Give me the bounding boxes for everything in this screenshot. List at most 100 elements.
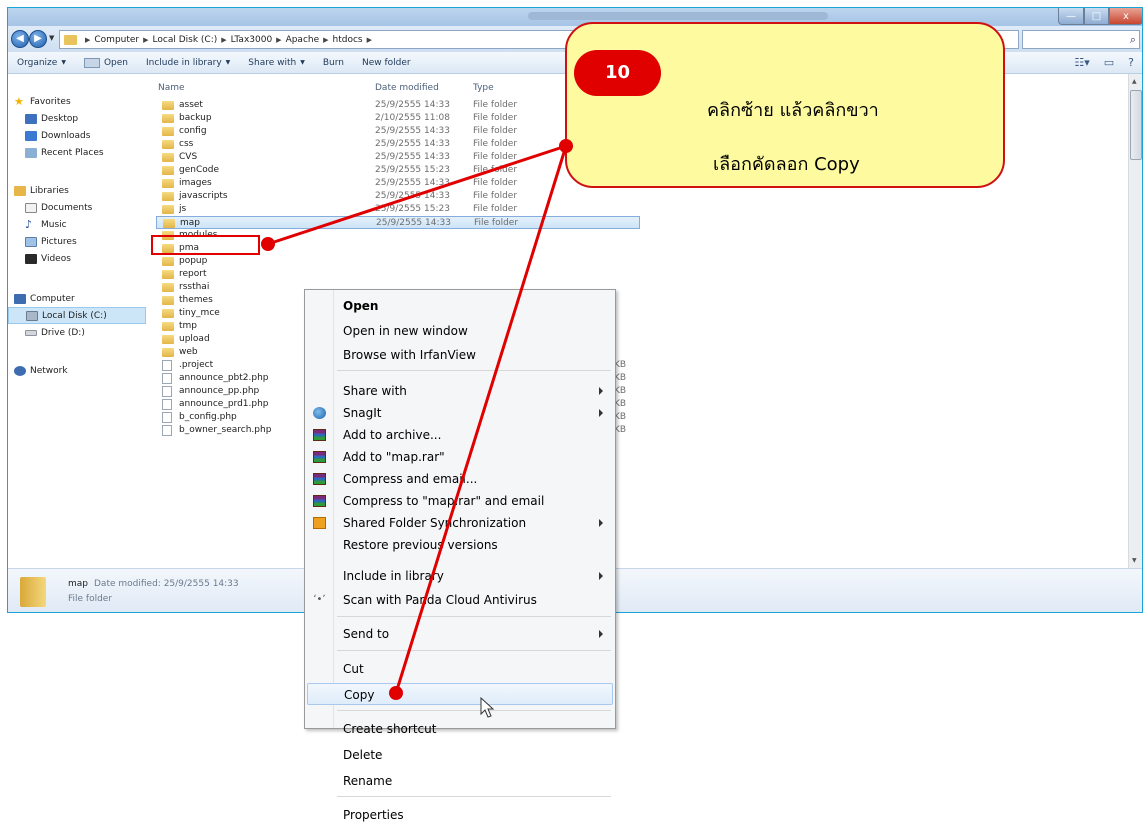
burn-button[interactable]: Burn <box>314 58 353 68</box>
menu-item-scan-panda[interactable]: ʻ•ʼ Scan with Panda Cloud Antivirus <box>307 589 613 611</box>
breadcrumb-computer[interactable]: Computer <box>94 35 139 45</box>
close-button[interactable]: x <box>1109 8 1142 25</box>
menu-item-browse-irfanview[interactable]: Browse with IrfanView <box>307 344 613 366</box>
submenu-arrow-icon <box>599 409 603 417</box>
nav-documents[interactable]: Documents <box>8 199 146 216</box>
menu-item-add-to-map-rar[interactable]: Add to "map.rar" <box>307 446 613 468</box>
file-row-selected[interactable]: map 25/9/2555 14:33 File folder <box>156 216 640 229</box>
nav-downloads[interactable]: Downloads <box>8 127 146 144</box>
breadcrumb-apache[interactable]: Apache <box>286 35 320 45</box>
scroll-down-icon[interactable]: ▼ <box>1132 557 1137 564</box>
recent-pages-dropdown-icon[interactable]: ▼ <box>49 34 54 42</box>
scroll-up-icon[interactable]: ▲ <box>1132 78 1137 85</box>
menu-item-label: Include in library <box>343 569 444 583</box>
nav-drive-d-label: Drive (D:) <box>41 327 85 338</box>
menu-item-compress-and-email[interactable]: Compress and email... <box>307 468 613 490</box>
new-folder-button[interactable]: New folder <box>353 58 420 68</box>
nav-computer[interactable]: Computer <box>8 290 146 307</box>
menu-item-label: Send to <box>343 627 390 641</box>
file-name: config <box>179 126 207 136</box>
menu-item-include-in-library[interactable]: Include in library <box>307 565 613 587</box>
menu-separator <box>337 616 611 617</box>
menu-item-properties[interactable]: Properties <box>307 804 613 826</box>
breadcrumb-local-disk[interactable]: Local Disk (C:) <box>153 35 218 45</box>
search-icon[interactable]: ⌕ <box>1130 33 1136 47</box>
file-row[interactable]: popup <box>146 255 746 268</box>
menu-item-label: Compress and email... <box>343 472 478 486</box>
menu-item-copy[interactable]: Copy <box>307 683 613 705</box>
menu-item-restore-previous-versions[interactable]: Restore previous versions <box>307 534 613 556</box>
menu-item-cut[interactable]: Cut <box>307 658 613 680</box>
file-row[interactable]: report <box>146 268 746 281</box>
drive-icon <box>25 329 37 336</box>
scroll-thumb[interactable] <box>1130 90 1142 160</box>
nav-libraries[interactable]: Libraries <box>8 182 146 199</box>
nav-favorites[interactable]: ★ Favorites <box>8 93 146 110</box>
file-name: tiny_mce <box>179 308 220 318</box>
preview-pane-icon[interactable]: ▭ <box>1104 56 1114 69</box>
forward-button[interactable]: ▶ <box>29 30 47 48</box>
menu-item-rename[interactable]: Rename <box>307 770 613 792</box>
share-with-button[interactable]: Share with ▼ <box>239 58 314 68</box>
file-name: web <box>179 347 198 357</box>
nav-pictures[interactable]: Pictures <box>8 233 146 250</box>
minimize-button[interactable]: — <box>1058 8 1084 25</box>
menu-separator <box>337 710 611 711</box>
nav-computer-label: Computer <box>30 293 75 304</box>
menu-item-send-to[interactable]: Send to <box>307 623 613 645</box>
back-button[interactable]: ◀ <box>11 30 29 48</box>
menu-item-create-shortcut[interactable]: Create shortcut <box>307 718 613 740</box>
file-name: popup <box>179 256 208 266</box>
submenu-arrow-icon <box>599 572 603 580</box>
file-name: announce_pp.php <box>179 386 260 396</box>
change-view-icon[interactable]: ☷▾ <box>1074 56 1089 69</box>
open-button[interactable]: Open <box>75 57 137 68</box>
file-type: File folder <box>473 139 518 149</box>
column-header-date-modified[interactable]: Date modified <box>375 83 439 93</box>
open-label: Open <box>103 57 128 68</box>
breadcrumb-separator-icon[interactable]: ▶ <box>85 36 90 44</box>
file-name: genCode <box>179 165 219 175</box>
callout-instruction-line1: คลิกซ้าย แล้วคลิกขวา <box>707 100 879 121</box>
menu-item-open-new-window[interactable]: Open in new window <box>307 320 613 342</box>
folder-icon <box>64 34 77 45</box>
menu-item-snagit[interactable]: SnagIt <box>307 402 613 424</box>
nav-network[interactable]: Network <box>8 362 146 379</box>
menu-item-shared-folder-sync[interactable]: Shared Folder Synchronization <box>307 512 613 534</box>
column-header-name[interactable]: Name <box>158 83 185 93</box>
breadcrumb-separator-icon[interactable]: ▶ <box>367 36 372 44</box>
vertical-scrollbar[interactable]: ▲ ▼ <box>1128 74 1142 568</box>
file-row[interactable]: javascripts 25/9/2555 14:33 File folder <box>146 190 746 203</box>
breadcrumb-separator-icon[interactable]: ▶ <box>143 36 148 44</box>
nav-videos[interactable]: Videos <box>8 250 146 267</box>
nav-local-disk[interactable]: Local Disk (C:) <box>8 307 146 324</box>
file-date-modified: 25/9/2555 14:33 <box>375 100 450 110</box>
menu-item-open[interactable]: Open <box>307 295 613 317</box>
nav-desktop[interactable]: Desktop <box>8 110 146 127</box>
dropdown-arrow-icon: ▼ <box>225 59 231 66</box>
breadcrumb-ltax3000[interactable]: LTax3000 <box>231 35 273 45</box>
breadcrumb-separator-icon[interactable]: ▶ <box>323 36 328 44</box>
menu-item-compress-map-rar-email[interactable]: Compress to "map.rar" and email <box>307 490 613 512</box>
maximize-button[interactable]: □ <box>1084 8 1109 25</box>
help-icon[interactable]: ? <box>1128 56 1134 69</box>
breadcrumb-separator-icon[interactable]: ▶ <box>276 36 281 44</box>
search-input[interactable]: ⌕ <box>1022 30 1140 49</box>
column-header-type[interactable]: Type <box>473 83 494 93</box>
menu-item-label: Rename <box>343 774 393 788</box>
menu-item-add-to-archive[interactable]: Add to archive... <box>307 424 613 446</box>
organize-button[interactable]: Organize ▼ <box>8 58 75 68</box>
folder-icon <box>20 577 46 607</box>
folder-icon <box>162 309 174 318</box>
file-row[interactable]: js 25/9/2555 15:23 File folder <box>146 203 746 216</box>
menu-item-share-with[interactable]: Share with <box>307 380 613 402</box>
folder-icon <box>162 114 174 123</box>
nav-recent-places[interactable]: Recent Places <box>8 144 146 161</box>
include-in-library-button[interactable]: Include in library ▼ <box>137 58 239 68</box>
breadcrumb-htdocs[interactable]: htdocs <box>333 35 363 45</box>
nav-drive-d[interactable]: Drive (D:) <box>8 324 146 341</box>
menu-item-delete[interactable]: Delete <box>307 744 613 766</box>
nav-music[interactable]: ♪ Music <box>8 216 146 233</box>
breadcrumb-separator-icon[interactable]: ▶ <box>221 36 226 44</box>
folder-icon <box>162 101 174 110</box>
